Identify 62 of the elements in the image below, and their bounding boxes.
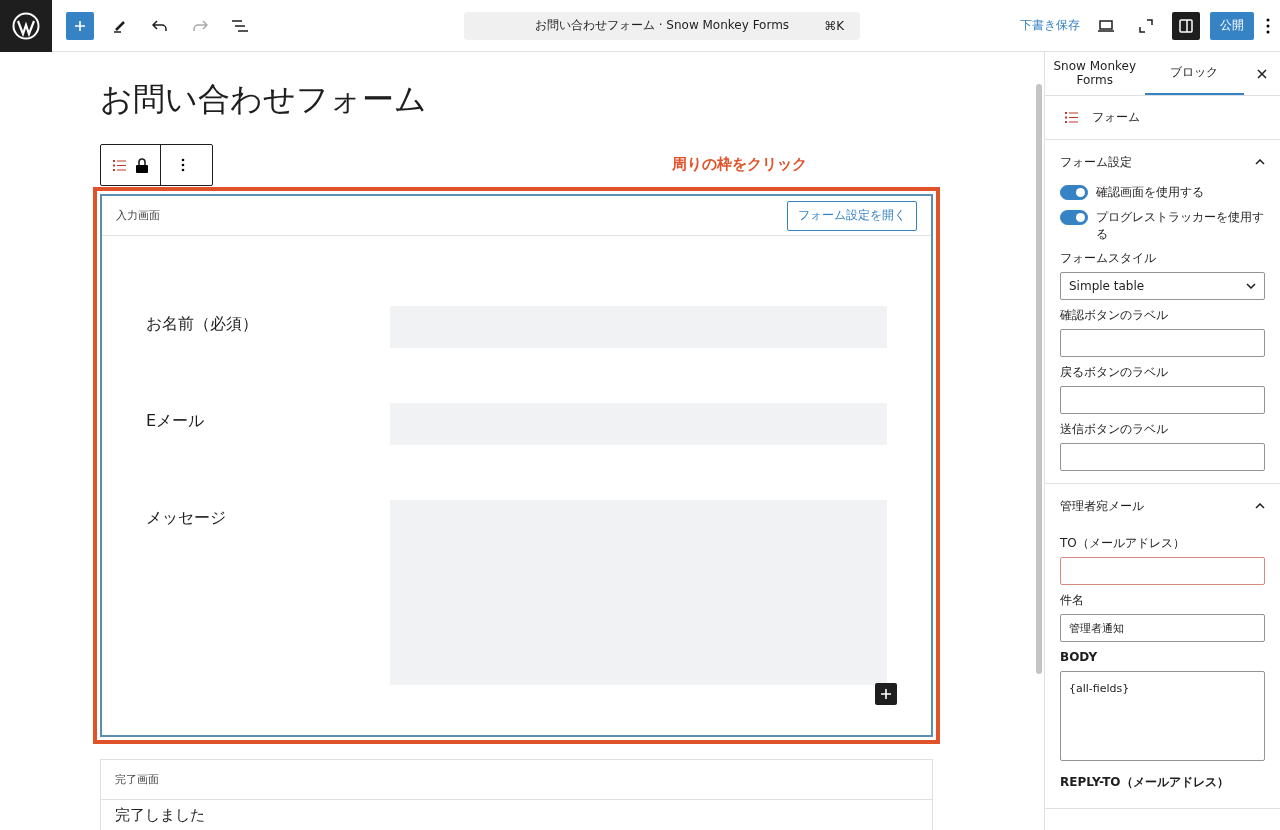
wordpress-logo-icon <box>12 11 40 40</box>
input-field[interactable] <box>1060 386 1265 414</box>
complete-block[interactable]: 完了画面 完了しました <box>100 759 933 830</box>
panel-header[interactable]: 管理者宛メール <box>1060 484 1265 528</box>
field-label: 送信ボタンのラベル <box>1060 422 1169 437</box>
chevron-down-icon <box>1246 283 1256 289</box>
list-view-icon <box>232 19 248 32</box>
scrollbar[interactable] <box>1036 84 1042 674</box>
field-label: メッセージ <box>146 507 227 529</box>
page-title: お問い合わせフォーム <box>100 80 428 119</box>
complete-text: 完了しました <box>114 805 206 826</box>
field-label: TO（メールアドレス） <box>1060 536 1186 551</box>
annotation-text: 周りの枠をクリック <box>672 155 807 174</box>
close-icon <box>1257 68 1267 79</box>
toggle-label: プログレストラッカーを使用する <box>1096 209 1265 243</box>
block-name: フォーム <box>1092 109 1140 126</box>
body-textarea[interactable]: {all-fields} <box>1060 671 1265 761</box>
input-field[interactable] <box>1060 329 1265 357</box>
sidebar-panel-icon <box>1179 18 1193 33</box>
laptop-icon <box>1098 19 1114 32</box>
redo-icon <box>192 19 208 32</box>
field-label: お名前（必須） <box>146 313 259 335</box>
pen-icon <box>113 18 127 33</box>
field-label: フォームスタイル <box>1060 251 1157 266</box>
field-label: 件名 <box>1060 593 1085 608</box>
toggle-label: 確認画面を使用する <box>1096 184 1204 201</box>
more-vertical-icon <box>1266 17 1270 34</box>
command-bar[interactable]: お問い合わせフォーム · Snow Monkey Forms ⌘K <box>464 11 860 40</box>
field-label: BODY <box>1060 650 1099 665</box>
field-label: REPLY-TO（メールアドレス） <box>1060 775 1230 790</box>
panel-header[interactable]: フォーム設定 <box>1060 140 1265 184</box>
toggle-switch[interactable] <box>1060 210 1088 225</box>
more-vertical-icon <box>181 158 185 172</box>
settings-button[interactable] <box>1172 11 1200 40</box>
list-icon <box>1065 112 1078 123</box>
form-block[interactable]: 入力画面 フォーム設定を開く お名前（必須） Eメール メッセージ <box>100 194 933 737</box>
input-field[interactable] <box>1060 443 1265 471</box>
input-field[interactable] <box>1060 557 1265 585</box>
open-settings-button[interactable]: フォーム設定を開く <box>787 200 917 231</box>
undo-icon <box>152 19 168 32</box>
field-label: Eメール <box>146 410 206 432</box>
save-draft-link[interactable]: 下書き保存 <box>1014 17 1086 34</box>
toggle-switch[interactable] <box>1060 185 1088 200</box>
style-select[interactable]: Simple table <box>1060 272 1265 300</box>
field-label: 確認ボタンのラベル <box>1060 308 1169 323</box>
wordpress-logo[interactable] <box>0 0 52 52</box>
screen-label: 完了画面 <box>115 772 159 787</box>
expand-icon <box>1139 18 1153 33</box>
sidebar-tab[interactable]: Snow Monkey Forms <box>1045 52 1145 95</box>
chevron-up-icon <box>1255 503 1265 509</box>
publish-button[interactable]: 公開 <box>1210 11 1254 40</box>
add-block-button[interactable] <box>875 683 897 705</box>
field-label: 戻るボタンのラベル <box>1060 365 1169 380</box>
chevron-up-icon <box>1255 159 1265 165</box>
textarea-field[interactable] <box>390 500 887 685</box>
list-icon <box>113 159 126 171</box>
screen-label: 入力画面 <box>116 208 160 223</box>
plus-icon <box>881 689 891 699</box>
input-field[interactable]: 管理者通知 <box>1060 614 1265 642</box>
plus-icon <box>74 19 86 32</box>
sidebar-tab[interactable]: ブロック <box>1144 52 1244 95</box>
lock-icon <box>136 157 148 173</box>
